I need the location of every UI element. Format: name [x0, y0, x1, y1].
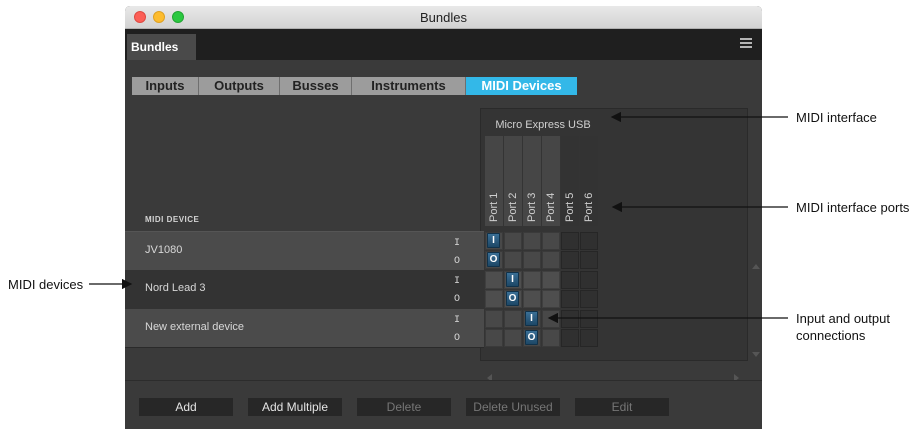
annotation-arrows	[89, 111, 788, 324]
